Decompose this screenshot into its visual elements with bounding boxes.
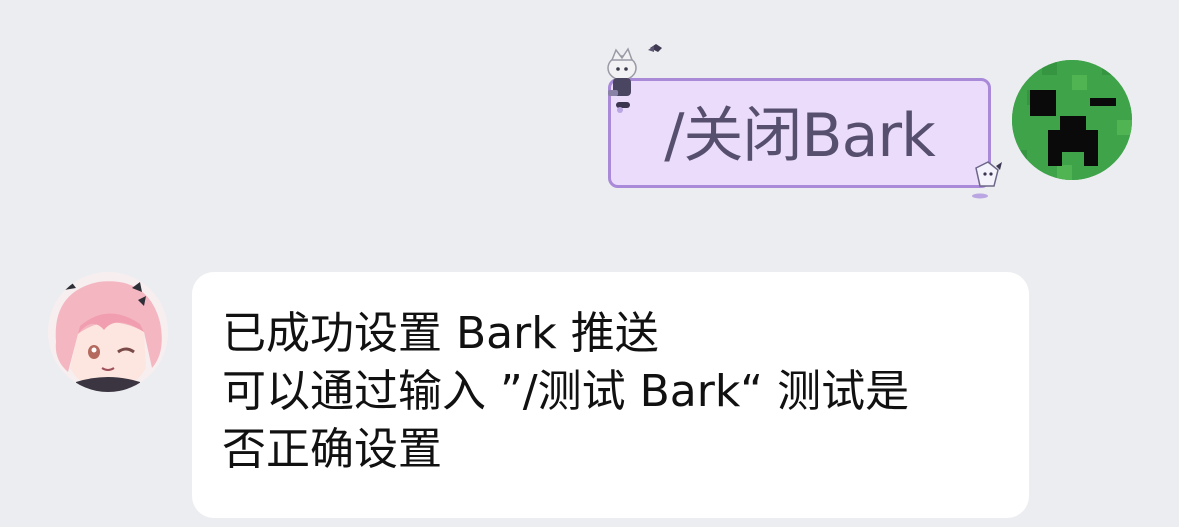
creeper-face-icon [1012, 60, 1132, 180]
message-line: 可以通过输入 ”/测试 Bark“ 测试是 [222, 366, 910, 417]
bubble-sticker-ghost-icon [966, 156, 1010, 202]
outgoing-message-text: /关闭Bark [664, 101, 936, 171]
message-line: 已成功设置 Bark 推送 [222, 308, 659, 359]
bubble-sticker-chibi-icon [600, 38, 670, 118]
user-avatar[interactable] [1012, 60, 1132, 180]
outgoing-message: /关闭Bark [600, 38, 1160, 208]
incoming-message-bubble[interactable]: 已成功设置 Bark 推送 可以通过输入 ”/测试 Bark“ 测试是 否正确设… [192, 272, 1029, 518]
bot-avatar[interactable] [48, 272, 168, 392]
message-line: 否正确设置 [222, 424, 442, 475]
incoming-message: 已成功设置 Bark 推送 可以通过输入 ”/测试 Bark“ 测试是 否正确设… [40, 262, 1040, 524]
anime-pink-hair-avatar-icon [48, 272, 168, 392]
chat-view: /关闭Bark 已成功设置 Bark 推送 可以通过输入 ”/测试 Bark“ … [0, 0, 1179, 527]
